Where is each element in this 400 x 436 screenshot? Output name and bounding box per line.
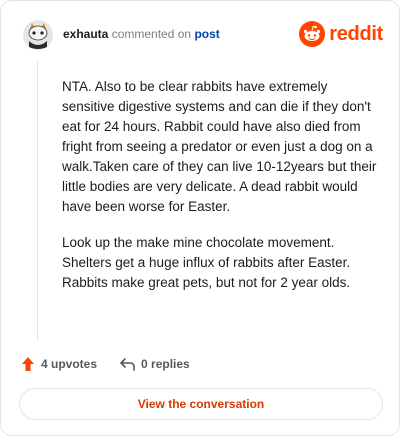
replies-label: 0 replies (141, 357, 190, 371)
reply-count[interactable]: 0 replies (119, 357, 190, 371)
action-text: commented on (111, 27, 192, 41)
comment-body: NTA. Also to be clear rabbits have extre… (62, 77, 382, 309)
comment-paragraph: NTA. Also to be clear rabbits have extre… (62, 79, 377, 214)
username-link[interactable]: exhauta (63, 27, 108, 41)
upvote-arrow-icon (22, 357, 34, 371)
comment-footer: 4 upvotes 0 replies (21, 353, 381, 375)
post-link[interactable]: post (194, 27, 219, 41)
upvotes-label: 4 upvotes (41, 357, 98, 371)
thread-line (37, 61, 38, 341)
comment-meta: exhauta commented on post (63, 27, 220, 41)
comment-embed-card: exhauta commented on post reddit NTA. Al… (0, 0, 400, 436)
view-conversation-button[interactable]: View the conversation (19, 388, 383, 420)
reddit-snoo-icon (299, 21, 326, 47)
comment-header: exhauta commented on post reddit (21, 17, 383, 53)
user-avatar-icon[interactable] (21, 17, 55, 51)
comment-paragraph: Look up the make mine chocolate movement… (62, 235, 351, 290)
reddit-wordmark: reddit (329, 22, 383, 45)
reply-arrow-icon (120, 358, 135, 371)
upvote-count[interactable]: 4 upvotes (21, 356, 97, 372)
reddit-logo[interactable]: reddit (299, 21, 383, 47)
